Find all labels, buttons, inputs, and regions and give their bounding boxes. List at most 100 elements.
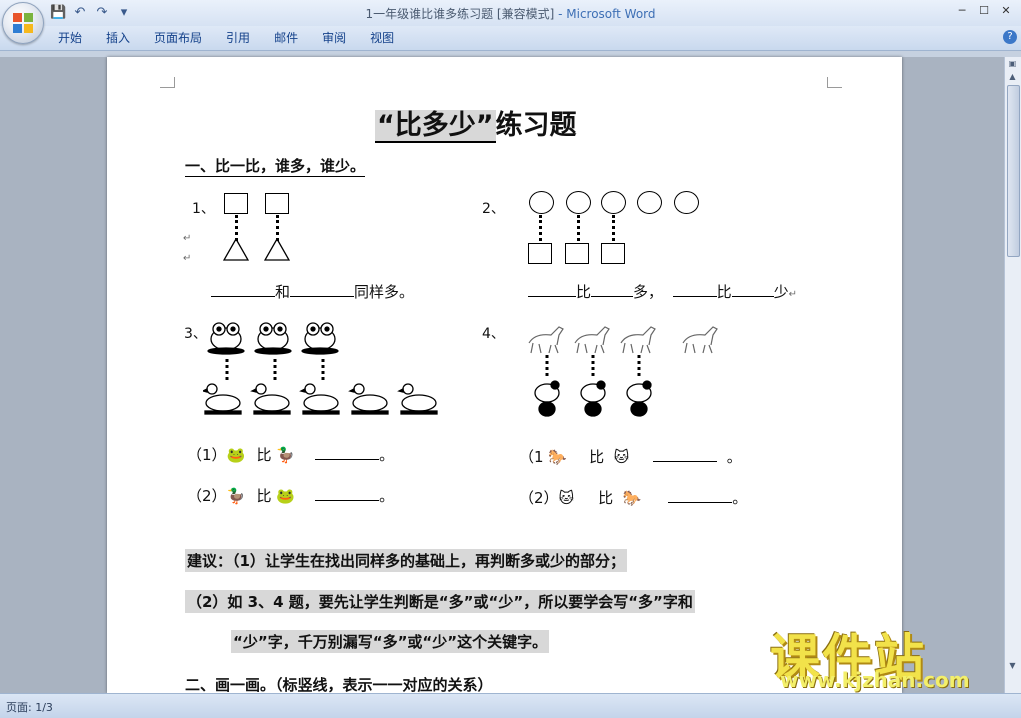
q1-square	[265, 193, 289, 214]
horse-icon	[574, 326, 610, 354]
kitten-icon: 🐱	[558, 489, 575, 507]
watermark-logo: 课件站 www.kjzhan.com	[770, 618, 1000, 692]
q2-square	[565, 243, 589, 264]
tab-review[interactable]: 审阅	[310, 30, 358, 47]
q1-answer-line: 和 同样多。	[211, 281, 414, 302]
section2-heading: 二、画一画。（标竖线，表示一一对应的关系）	[185, 676, 493, 693]
q2-circle	[674, 191, 699, 214]
answer-blank[interactable]	[290, 296, 355, 297]
answer-blank[interactable]	[528, 296, 576, 297]
duck-icon	[250, 383, 291, 415]
title-bar: 💾 ↶ ↷ ▾ 1一年级谁比谁多练习题 [兼容模式] - Microsoft W…	[0, 0, 1021, 26]
tab-page-layout[interactable]: 页面布局	[142, 30, 214, 47]
q1-same: 同样多。	[354, 283, 415, 301]
q2-duo: 多，	[633, 283, 664, 301]
paragraph-mark: ↵	[183, 233, 192, 244]
horse-icon	[528, 326, 564, 354]
minimize-icon[interactable]: ─	[953, 3, 971, 19]
q4-sub2-label: （2）	[519, 489, 559, 507]
answer-blank[interactable]	[591, 296, 634, 297]
maximize-icon[interactable]: ☐	[975, 3, 993, 19]
horse-icon: 🐎	[548, 448, 568, 466]
tab-view[interactable]: 视图	[358, 30, 406, 47]
document-title: “比多少”练习题	[375, 103, 577, 143]
ribbon: 开始 插入 页面布局 引用 邮件 审阅 视图 ?	[0, 26, 1021, 51]
ruler-toggle-icon[interactable]: ▣	[1007, 59, 1018, 69]
ribbon-tabs: 开始 插入 页面布局 引用 邮件 审阅 视图	[46, 30, 406, 47]
q2-shao: 少	[773, 283, 789, 301]
tab-insert[interactable]: 插入	[94, 30, 142, 47]
crop-mark	[160, 77, 175, 88]
document-name: 1一年级谁比谁多练习题 [兼容模式]	[365, 7, 555, 21]
frog-icon: 🐸	[276, 487, 296, 505]
office-button[interactable]	[2, 2, 44, 44]
bi-text: 比	[589, 448, 605, 466]
answer-blank[interactable]	[653, 461, 718, 462]
paragraph-mark: ↵	[183, 253, 192, 264]
answer-blank[interactable]	[672, 296, 717, 297]
period: 。	[732, 489, 748, 507]
office-logo-icon	[13, 13, 33, 33]
answer-blank[interactable]	[731, 296, 774, 297]
tab-home[interactable]: 开始	[46, 30, 94, 47]
duck-icon	[299, 383, 340, 415]
answer-blank[interactable]	[315, 500, 380, 501]
kitten-icon	[580, 380, 606, 417]
q2-circle	[529, 191, 554, 214]
q2-circle	[637, 191, 662, 214]
q3-label: 3、	[184, 326, 207, 342]
q4-sub1: （1 🐎 比 🐱 。	[519, 446, 742, 467]
status-bar: 页面: 1/3	[0, 693, 1021, 718]
frog-icon	[301, 322, 339, 355]
answer-blank[interactable]	[315, 459, 380, 460]
help-icon[interactable]: ?	[1003, 30, 1017, 44]
duck-icon: 🦆	[226, 487, 246, 505]
period: 。	[379, 446, 395, 464]
window-controls: ─ ☐ ✕	[953, 3, 1015, 19]
q1-square	[224, 193, 248, 214]
document-page[interactable]: “比多少”练习题 一、比一比，谁多，谁少。 1、 ↵ ↵ 和 同样多。 2、 比 多…	[107, 57, 902, 693]
answer-blank[interactable]	[211, 296, 275, 297]
watermark-url: www.kjzhan.com	[780, 668, 970, 692]
q3-sub1: （1）🐸 比 🦆 。	[187, 444, 394, 465]
frog-icon	[254, 322, 292, 355]
vertical-scrollbar[interactable]: ▣ ▲ ▼	[1004, 57, 1021, 693]
tab-references[interactable]: 引用	[214, 30, 262, 47]
duck-icon	[397, 383, 438, 415]
duck-icon	[348, 383, 389, 415]
kitten-icon	[626, 380, 652, 417]
q3-sub1-label: （1）	[187, 446, 227, 464]
q2-label: 2、	[482, 201, 505, 217]
answer-blank[interactable]	[668, 502, 733, 503]
duck-icon	[203, 383, 242, 415]
bi-text: 比	[598, 489, 614, 507]
frog-icon	[207, 322, 245, 355]
q2-circle	[566, 191, 591, 214]
q1-label: 1、	[192, 201, 215, 217]
q1-triangle	[264, 238, 290, 261]
horse-icon	[620, 326, 656, 354]
scroll-up-icon[interactable]: ▲	[1007, 72, 1018, 82]
q1-and: 和	[275, 283, 291, 301]
tab-mailings[interactable]: 邮件	[262, 30, 310, 47]
close-icon[interactable]: ✕	[997, 3, 1015, 19]
page-indicator[interactable]: 页面: 1/3	[6, 699, 53, 715]
bi-text: 比	[256, 487, 272, 505]
q2-circle	[601, 191, 626, 214]
advice-line-3: “少”字，千万别漏写“多”或“少”这个关键字。	[231, 630, 550, 653]
scroll-down-icon[interactable]: ▼	[1007, 661, 1018, 671]
period: 。	[379, 487, 395, 505]
advice-line-1: 建议：（1）让学生在找出同样多的基础上，再判断多或少的部分；	[185, 549, 627, 572]
duck-icon: 🦆	[276, 446, 296, 464]
q2-dotted-line	[612, 215, 615, 241]
q2-bi: 比	[576, 283, 592, 301]
horse-icon: 🐎	[622, 489, 642, 507]
scroll-thumb[interactable]	[1007, 85, 1020, 257]
q1-triangle	[223, 238, 249, 261]
kitten-icon: 🐱	[613, 448, 630, 466]
q4-sub2: （2）🐱 比 🐎 。	[519, 487, 747, 508]
title-highlighted: “比多少”	[375, 110, 496, 143]
bi-text: 比	[256, 446, 272, 464]
q4-sub1-label: （1	[519, 448, 544, 466]
q2-square	[601, 243, 625, 264]
